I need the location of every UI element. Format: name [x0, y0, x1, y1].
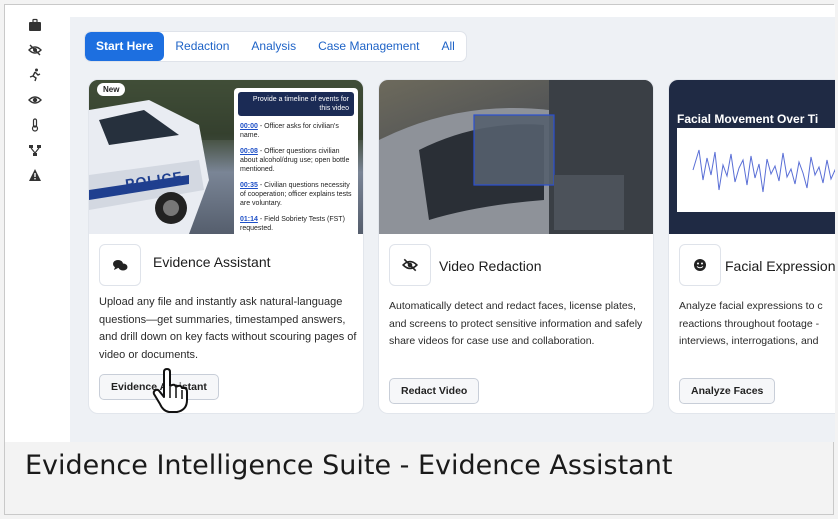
video-frame: Start Here Redaction Analysis Case Manag… [4, 4, 835, 515]
smiley-icon [679, 244, 721, 286]
video-redaction-thumbnail [379, 80, 653, 234]
evidence-assistant-thumbnail: POLICE Provide a timeline of events for … [89, 80, 363, 234]
card-video-redaction[interactable]: Video Redaction Automatically detect and… [378, 79, 654, 414]
chat-timeline-overlay: Provide a timeline of events for this vi… [234, 88, 358, 234]
redact-video-button[interactable]: Redact Video [389, 378, 480, 404]
card-title: Evidence Assistant [153, 254, 271, 270]
card-facial-expression[interactable]: Facial Movement Over Ti Facial Expressio… [668, 79, 835, 414]
analyze-faces-button[interactable]: Analyze Faces [679, 378, 776, 404]
thermometer-icon[interactable] [27, 117, 43, 133]
eye-icon[interactable] [27, 92, 43, 108]
card-title: Facial Expression [725, 258, 835, 274]
network-icon[interactable] [27, 142, 43, 158]
tab-analysis[interactable]: Analysis [240, 32, 307, 61]
tab-case-management[interactable]: Case Management [307, 32, 430, 61]
tab-all[interactable]: All [430, 32, 465, 61]
new-badge: New [97, 83, 126, 96]
sidebar [5, 5, 65, 442]
video-caption: Evidence Intelligence Suite - Evidence A… [25, 450, 673, 481]
tab-redaction[interactable]: Redaction [164, 32, 240, 61]
facial-movement-chart [677, 128, 835, 212]
card-description: Upload any file and instantly ask natura… [99, 296, 357, 361]
timeline-entry: 01:14 - Field Sobriety Tests (FST) reque… [240, 216, 345, 232]
eye-off-icon [389, 244, 431, 286]
chat-bubbles-icon [99, 244, 141, 286]
card-description: Analyze facial expressions to c reaction… [679, 300, 823, 347]
card-evidence-assistant[interactable]: POLICE Provide a timeline of events for … [88, 79, 364, 414]
timeline-entry: 00:00 - Officer asks for civilian's name… [240, 123, 339, 139]
timeline-entry: 00:35 - Civilian questions necessity of … [240, 182, 352, 207]
timeline-entry: 00:08 - Officer questions civilian about… [240, 148, 350, 173]
card-title: Video Redaction [439, 258, 542, 274]
car-window-image [379, 80, 653, 234]
tab-start-here[interactable]: Start Here [85, 32, 165, 61]
briefcase-icon[interactable] [27, 17, 43, 33]
facial-expression-thumbnail: Facial Movement Over Ti [669, 80, 835, 234]
eye-off-icon[interactable] [27, 42, 43, 58]
chat-prompt-bubble: Provide a timeline of events for this vi… [238, 92, 354, 116]
category-tabs: Start Here Redaction Analysis Case Manag… [84, 31, 467, 62]
card-description: Automatically detect and redact faces, l… [389, 300, 643, 347]
hand-pointer-cursor-icon [152, 368, 188, 413]
warning-icon[interactable] [27, 167, 43, 183]
running-person-icon[interactable] [27, 67, 43, 83]
app-window: Start Here Redaction Analysis Case Manag… [5, 5, 835, 442]
